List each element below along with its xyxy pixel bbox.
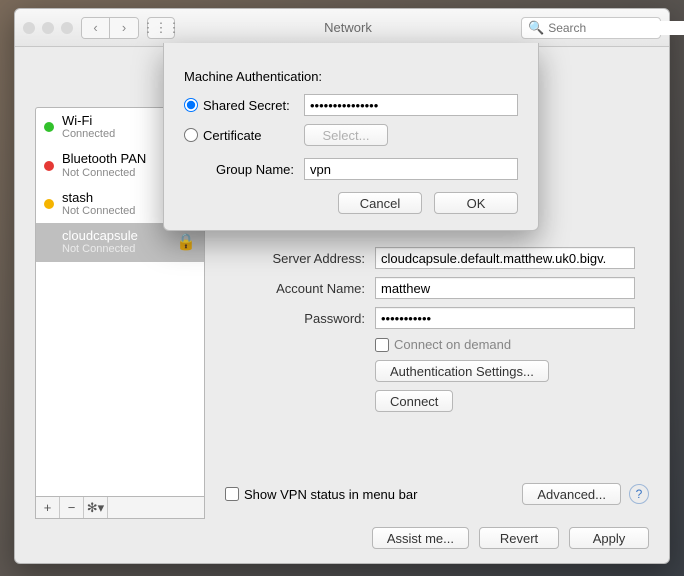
show-all-button[interactable]: ⋮⋮⋮ (147, 17, 175, 39)
server-address-field[interactable] (375, 247, 635, 269)
account-name-field[interactable] (375, 277, 635, 299)
machine-authentication-sheet: Machine Authentication: Shared Secret: C… (163, 43, 539, 231)
network-preferences-window: ‹ › ⋮⋮⋮ Network 🔍 Wi-Fi Connected Bl (14, 8, 670, 564)
search-field[interactable]: 🔍 (521, 17, 661, 39)
titlebar: ‹ › ⋮⋮⋮ Network 🔍 (15, 9, 669, 47)
service-actions-button[interactable]: ✻▾ (84, 497, 108, 518)
service-status: Not Connected (62, 205, 135, 217)
advanced-button[interactable]: Advanced... (522, 483, 621, 505)
group-name-label: Group Name: (184, 162, 304, 177)
status-dot-red-icon (44, 161, 54, 171)
connect-button[interactable]: Connect (375, 390, 453, 412)
password-field[interactable] (375, 307, 635, 329)
back-button[interactable]: ‹ (82, 18, 110, 38)
service-status: Connected (62, 128, 115, 140)
show-vpn-status-label: Show VPN status in menu bar (244, 487, 417, 502)
service-list-footer: + − ✻▾ (35, 497, 205, 519)
show-vpn-status-input[interactable] (225, 487, 239, 501)
server-address-label: Server Address: (225, 251, 375, 266)
add-service-button[interactable]: + (36, 497, 60, 518)
nav-buttons: ‹ › (81, 17, 139, 39)
status-dot-yellow-icon (44, 199, 54, 209)
traffic-lights (23, 22, 73, 34)
service-name: Wi-Fi (62, 114, 115, 128)
apply-button[interactable]: Apply (569, 527, 649, 549)
vpn-settings-form: Server Address: Account Name: Password: … (225, 247, 649, 420)
connect-on-demand-input[interactable] (375, 338, 389, 352)
shared-secret-radio-input[interactable] (184, 98, 198, 112)
cancel-button[interactable]: Cancel (338, 192, 422, 214)
remove-service-button[interactable]: − (60, 497, 84, 518)
shared-secret-field[interactable] (304, 94, 518, 116)
authentication-settings-button[interactable]: Authentication Settings... (375, 360, 549, 382)
help-button[interactable]: ? (629, 484, 649, 504)
bottom-row: Show VPN status in menu bar Advanced... … (225, 483, 649, 505)
status-dot-green-icon (44, 122, 54, 132)
ok-button[interactable]: OK (434, 192, 518, 214)
certificate-radio[interactable]: Certificate (184, 128, 304, 143)
revert-button[interactable]: Revert (479, 527, 559, 549)
service-name: cloudcapsule (62, 229, 138, 243)
certificate-label: Certificate (203, 128, 262, 143)
account-name-label: Account Name: (225, 281, 375, 296)
status-dot-none-icon (44, 237, 54, 247)
forward-button[interactable]: › (110, 18, 138, 38)
vpn-lock-icon: 🔒 (176, 232, 196, 252)
search-input[interactable] (548, 21, 684, 35)
service-status: Not Connected (62, 167, 146, 179)
service-status: Not Connected (62, 243, 138, 255)
minimize-icon[interactable] (42, 22, 54, 34)
close-icon[interactable] (23, 22, 35, 34)
shared-secret-radio[interactable]: Shared Secret: (184, 98, 304, 113)
shared-secret-label: Shared Secret: (203, 98, 290, 113)
window-title: Network (183, 20, 513, 35)
assist-me-button[interactable]: Assist me... (372, 527, 469, 549)
show-vpn-status-checkbox[interactable]: Show VPN status in menu bar (225, 487, 417, 502)
service-name: Bluetooth PAN (62, 152, 146, 166)
connect-on-demand-label: Connect on demand (394, 337, 511, 352)
zoom-icon[interactable] (61, 22, 73, 34)
sheet-heading: Machine Authentication: (184, 69, 518, 84)
footer-buttons: Assist me... Revert Apply (372, 527, 649, 549)
search-icon: 🔍 (528, 20, 544, 36)
group-name-field[interactable] (304, 158, 518, 180)
service-name: stash (62, 191, 135, 205)
grid-icon: ⋮⋮⋮ (142, 20, 181, 36)
password-label: Password: (225, 311, 375, 326)
certificate-select-button[interactable]: Select... (304, 124, 388, 146)
certificate-radio-input[interactable] (184, 128, 198, 142)
connect-on-demand-checkbox[interactable]: Connect on demand (375, 337, 511, 352)
